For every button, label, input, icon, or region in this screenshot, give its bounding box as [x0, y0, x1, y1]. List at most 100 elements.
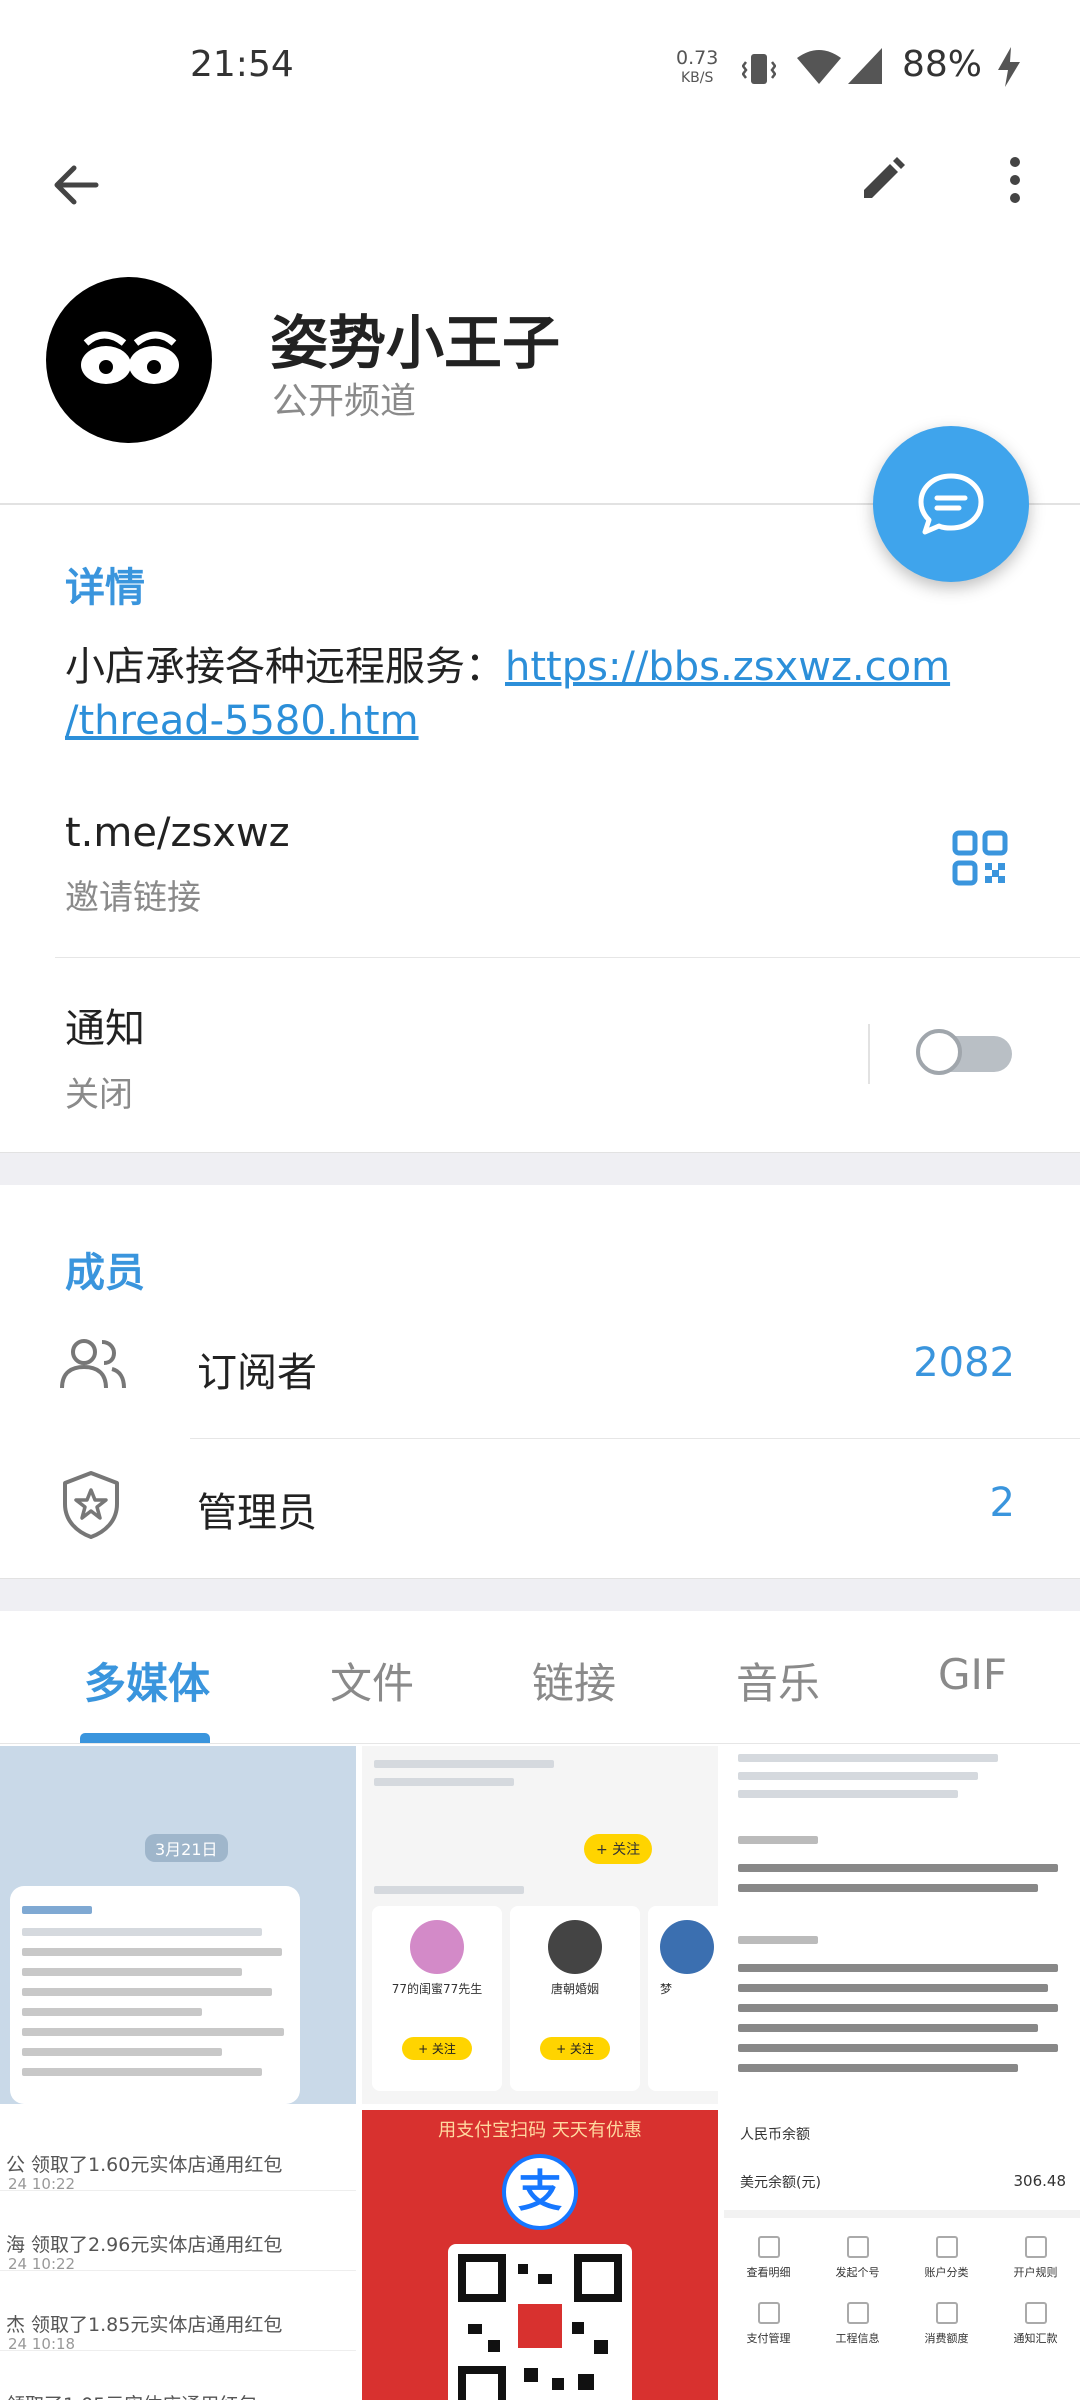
grid-item: 工程信息	[813, 2302, 902, 2346]
balance-label-usd: 美元余额(元)	[740, 2175, 821, 2191]
battery-charging-icon	[998, 47, 1020, 87]
media-thumbnail[interactable]: + 关注 77的闺蜜77先生 + 关注 唐朝婚姻 + 关注 梦	[362, 1746, 718, 2104]
function-grid: 查看明细 发起个号 账户分类 开户规则 支付管理 工程信息 消费额度 通知汇款	[724, 2236, 1080, 2346]
tab-files[interactable]: 文件	[330, 1650, 414, 1711]
profile-card: 梦	[648, 1906, 718, 2091]
arrow-left-icon	[54, 165, 99, 205]
profile-name: 唐朝婚姻	[550, 1982, 599, 1996]
invite-link-row[interactable]: t.me/zsxwz 邀请链接	[0, 790, 1080, 955]
channel-description: 小店承接各种远程服务：https://bbs.zsxwz.com/thread-…	[65, 640, 1035, 748]
list-item-text: 领取了1.05元实体店通用红包	[6, 2390, 257, 2400]
grid-item: 支付管理	[724, 2302, 813, 2346]
channel-name: 姿势小王子	[270, 309, 561, 377]
profile-name: 梦	[660, 1982, 673, 1996]
members-section-title: 成员	[65, 1250, 145, 1296]
admins-label: 管理员	[197, 1490, 317, 1536]
list-item: 公 领取了1.60元实体店通用红包 24 10:22	[0, 2110, 356, 2193]
alipay-logo-icon: 支	[502, 2154, 578, 2230]
grid-item: 查看明细	[724, 2236, 813, 2280]
more-options-button[interactable]	[975, 140, 1055, 220]
description-link-part1: https://bbs.zsxwz.com	[505, 644, 951, 690]
admins-row[interactable]: 管理员 2	[0, 1440, 1080, 1575]
profile-name: 77的闺蜜77先生	[391, 1982, 483, 1996]
subscribers-label: 订阅者	[197, 1350, 317, 1396]
chat-bubble-icon	[918, 473, 984, 535]
cell-signal-icon	[848, 48, 882, 84]
grid-item-label: 通知汇款	[1013, 2332, 1058, 2345]
follow-button: + 关注	[584, 1834, 653, 1864]
admins-count: 2	[989, 1480, 1015, 1526]
notification-title: 通知	[65, 1006, 145, 1052]
media-thumbnail[interactable]: 用支付宝扫码 天天有优惠 支	[362, 2110, 718, 2400]
blurred-message	[10, 1886, 300, 2104]
grid-item-label: 账户分类	[924, 2266, 969, 2279]
divider	[55, 957, 1080, 958]
follow-button: + 关注	[402, 2037, 472, 2060]
invite-link-label: 邀请链接	[65, 878, 201, 918]
notification-state: 关闭	[65, 1075, 133, 1115]
tab-gif[interactable]: GIF	[938, 1650, 1007, 1699]
tab-indicator	[80, 1733, 210, 1743]
subscribers-count: 2082	[913, 1340, 1015, 1386]
status-time: 21:54	[190, 44, 294, 85]
divider	[190, 1438, 1080, 1439]
description-link-part2: /thread-5580.htm	[65, 698, 419, 744]
list-item-text: 公 领取了1.60元实体店通用红包	[6, 2154, 283, 2176]
pencil-icon	[864, 157, 905, 198]
network-speed-unit: KB/S	[680, 70, 714, 86]
subscribers-row[interactable]: 订阅者 2082	[0, 1300, 1080, 1435]
notification-toggle-knob	[916, 1029, 962, 1075]
grid-item-label: 支付管理	[746, 2332, 791, 2345]
profile-card: 唐朝婚姻 + 关注	[510, 1906, 640, 2091]
tab-links[interactable]: 链接	[532, 1650, 616, 1711]
network-speed: 0.73 KB/S	[676, 48, 718, 88]
battery-percent: 88%	[902, 44, 983, 85]
invite-link: t.me/zsxwz	[65, 810, 290, 856]
grid-item-label: 消费额度	[924, 2332, 969, 2345]
list-item: 海 领取了2.96元实体店通用红包 24 10:22	[0, 2190, 356, 2273]
grid-item: 消费额度	[902, 2302, 991, 2346]
grid-item: 开户规则	[991, 2236, 1080, 2280]
vibrate-icon	[742, 54, 776, 84]
balance-value: 306.48	[1013, 2172, 1067, 2190]
shield-star-icon	[63, 1471, 119, 1539]
edit-button[interactable]	[842, 140, 922, 220]
alipay-slogan: 用支付宝扫码 天天有优惠	[438, 2120, 642, 2141]
list-item: 领取了1.05元实体店通用红包	[0, 2350, 356, 2400]
section-separator	[0, 1152, 1080, 1185]
media-thumbnail[interactable]: 公 领取了1.60元实体店通用红包 24 10:22 海 领取了2.96元实体店…	[0, 2110, 356, 2400]
profile-card: 77的闺蜜77先生 + 关注	[372, 1906, 502, 2091]
section-separator	[0, 1578, 1080, 1611]
media-thumbnail[interactable]	[724, 1746, 1080, 2104]
toggle-divider	[868, 1024, 870, 1084]
list-item: 杰 领取了1.85元实体店通用红包 24 10:18	[0, 2270, 356, 2353]
description-text: 小店承接各种远程服务：	[65, 644, 505, 690]
channel-avatar[interactable]	[46, 277, 212, 443]
list-item-text: 海 领取了2.96元实体店通用红包	[6, 2234, 283, 2256]
tabs-divider	[0, 1743, 1080, 1744]
grid-item: 通知汇款	[991, 2302, 1080, 2346]
grid-item: 账户分类	[902, 2236, 991, 2280]
eyes-logo-icon	[81, 331, 179, 384]
message-fab-button[interactable]	[873, 426, 1029, 582]
media-thumbnail[interactable]: 人民币余额 美元余额(元) 306.48 查看明细 发起个号 账户分类 开户规则…	[724, 2110, 1080, 2400]
more-vertical-icon	[1010, 157, 1020, 203]
network-speed-value: 0.73	[676, 47, 719, 69]
qr-code-icon	[458, 2254, 622, 2400]
tab-media[interactable]: 多媒体	[84, 1650, 210, 1711]
date-chip: 3月21日	[145, 1834, 228, 1862]
qr-code-icon[interactable]	[952, 830, 1008, 886]
channel-type: 公开频道	[272, 381, 417, 422]
grid-item: 发起个号	[813, 2236, 902, 2280]
people-icon	[60, 1339, 126, 1389]
tab-music[interactable]: 音乐	[736, 1650, 820, 1711]
back-button[interactable]	[36, 145, 116, 225]
grid-item-label: 查看明细	[746, 2266, 791, 2279]
grid-item-label: 工程信息	[835, 2332, 880, 2345]
balance-label: 人民币余额	[740, 2127, 810, 2143]
list-item-text: 杰 领取了1.85元实体店通用红包	[6, 2314, 283, 2336]
details-section-title: 详情	[65, 565, 145, 611]
wifi-icon	[797, 50, 841, 84]
grid-item-label: 开户规则	[1013, 2266, 1058, 2279]
media-thumbnail[interactable]: 3月21日	[0, 1746, 356, 2104]
